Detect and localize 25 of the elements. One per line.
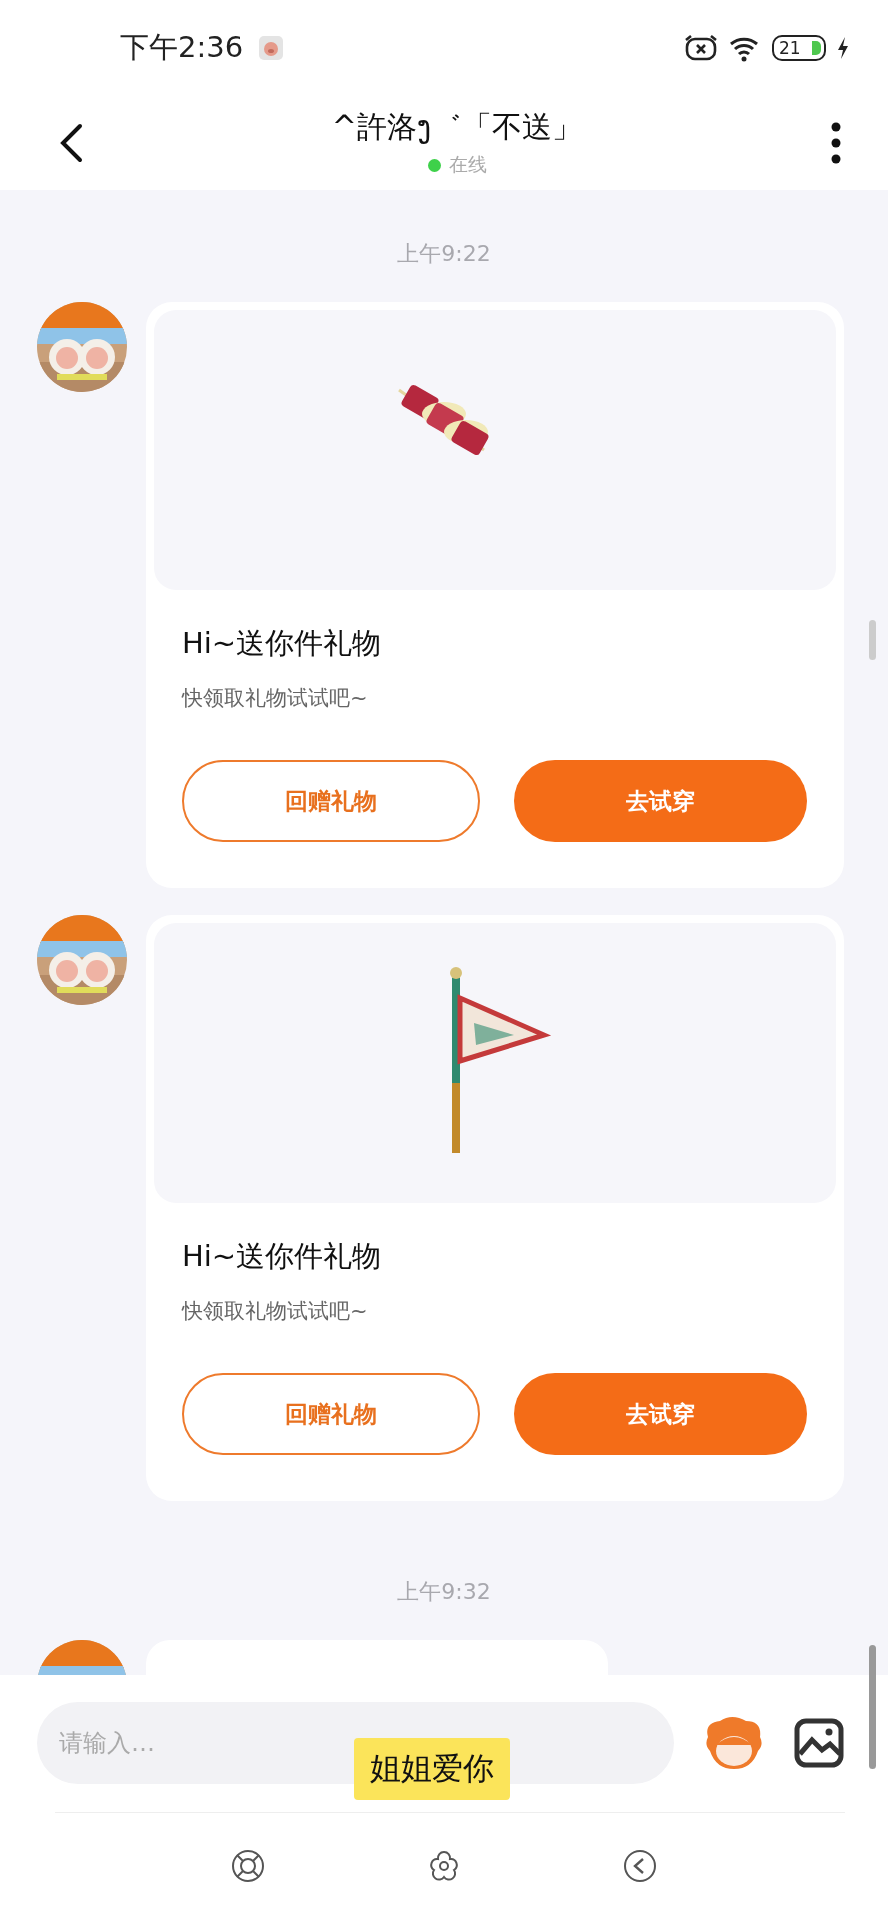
more-icon[interactable] [830, 121, 842, 164]
gift-subtitle: 快领取礼物试试吧~ [182, 1298, 369, 1325]
subtitle-caption: 姐姐爱你 [354, 1738, 510, 1800]
gift-subtitle: 快领取礼物试试吧~ [182, 685, 369, 712]
timestamp: 上午9:22 [397, 240, 491, 268]
contact-name: ^許洛ງ゛「不送」 [331, 108, 583, 146]
battery-icon: 21 [772, 34, 826, 61]
back-icon[interactable] [58, 122, 84, 163]
return-gift-button[interactable]: 回赠礼物 [182, 1373, 480, 1455]
charging-icon [836, 35, 850, 60]
flower-icon[interactable] [427, 1849, 461, 1883]
alarm-off-icon [684, 33, 718, 62]
scrollbar [869, 620, 876, 660]
try-on-button[interactable]: 去试穿 [513, 760, 807, 842]
pig-icon [259, 35, 284, 60]
presence-text: 在线 [448, 152, 487, 177]
back-circle-icon[interactable] [623, 1849, 657, 1883]
gift-title: Hi~送你件礼物 [182, 625, 383, 662]
lifebuoy-icon[interactable] [231, 1849, 265, 1883]
gift-title: Hi~送你件礼物 [182, 1238, 383, 1275]
try-on-button[interactable]: 去试穿 [513, 1373, 807, 1455]
status-time: 下午2:36 [120, 28, 244, 66]
image-icon[interactable] [794, 1718, 844, 1768]
timestamp: 上午9:32 [397, 1578, 491, 1606]
return-gift-button[interactable]: 回赠礼物 [182, 760, 480, 842]
